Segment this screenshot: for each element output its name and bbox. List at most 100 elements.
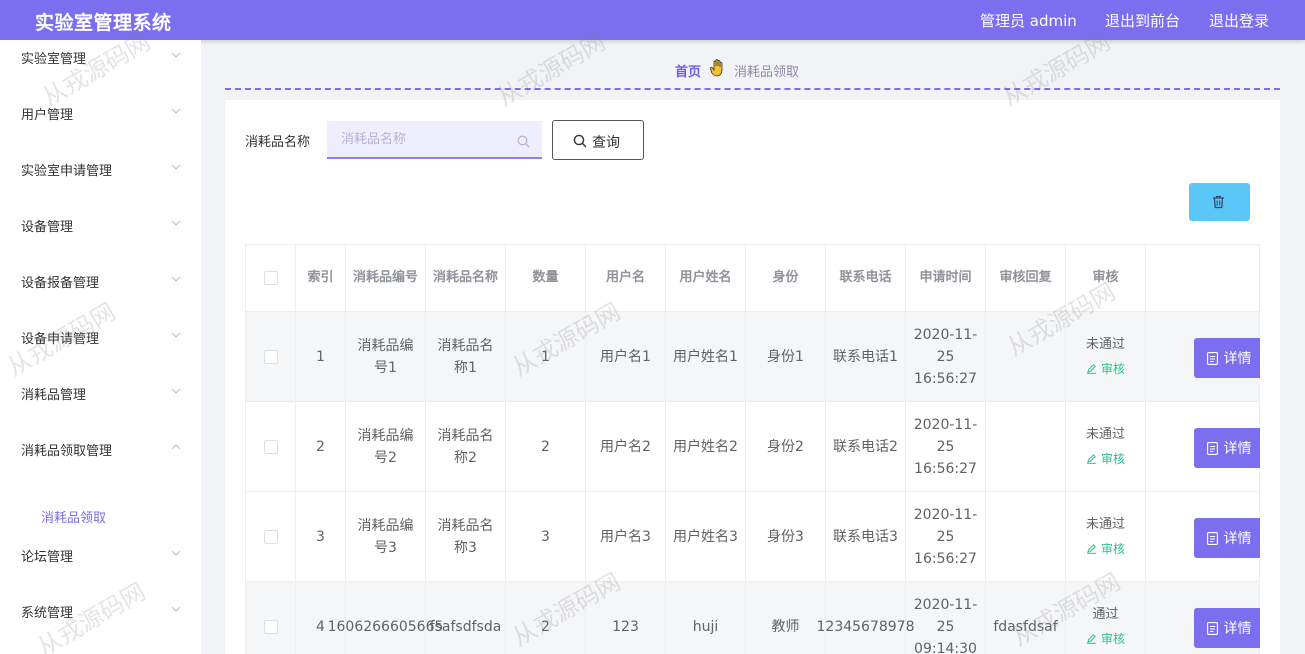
row-checkbox[interactable] xyxy=(263,529,278,544)
review-status: 通过 xyxy=(1092,606,1119,622)
table-cell-reply xyxy=(986,492,1066,582)
table-header-cell: 消耗品编号 xyxy=(346,245,426,312)
row-select-cell xyxy=(246,582,296,654)
chevron-down-icon xyxy=(171,162,181,172)
breadcrumb-home[interactable]: 首页 xyxy=(675,61,701,80)
table-cell-role: 身份2 xyxy=(746,402,826,492)
sidebar-menu-label: 设备管理 xyxy=(21,220,74,235)
detail-button-label: 详情 xyxy=(1223,531,1252,547)
row-select-cell xyxy=(246,312,296,402)
row-checkbox[interactable] xyxy=(263,349,278,364)
search-input[interactable] xyxy=(327,121,542,159)
review-link[interactable]: 审核 xyxy=(1086,538,1125,560)
chevron-down-icon xyxy=(171,548,181,558)
review-link[interactable]: 审核 xyxy=(1086,628,1125,650)
table-cell-qty: 3 xyxy=(506,492,586,582)
review-link-label: 审核 xyxy=(1100,541,1125,556)
sidebar-menu-label: 实验室管理 xyxy=(21,52,87,67)
chevron-up-icon xyxy=(171,442,181,452)
detail-button-label: 详情 xyxy=(1223,621,1252,637)
chevron-down-icon xyxy=(171,330,181,340)
document-icon xyxy=(1206,441,1218,455)
review-cell: 未通过 审核 xyxy=(1066,492,1146,582)
table-cell-time: 2020-11-25 16:56:27 xyxy=(906,312,986,402)
review-status: 未通过 xyxy=(1085,426,1125,442)
review-link-label: 审核 xyxy=(1100,631,1125,646)
sidebar-menu-item[interactable]: 用户管理 xyxy=(0,82,201,138)
table-cell-code: 消耗品编号1 xyxy=(346,312,426,402)
table-cell-time: 2020-11-25 16:56:27 xyxy=(906,402,986,492)
table-cell-index: 3 xyxy=(296,492,346,582)
sidebar-menu-item[interactable]: 系统管理 xyxy=(0,580,201,636)
detail-button[interactable]: 详情 xyxy=(1194,338,1260,378)
exit-to-frontend-link[interactable]: 退出到前台 xyxy=(1105,10,1180,31)
table-header-cell: 审核回复 xyxy=(986,245,1066,312)
logout-link[interactable]: 退出登录 xyxy=(1209,10,1269,31)
document-icon xyxy=(1206,351,1218,365)
table-cell-role: 身份1 xyxy=(746,312,826,402)
chevron-down-icon xyxy=(171,274,181,284)
edit-icon xyxy=(1086,544,1096,554)
search-icon xyxy=(517,133,530,152)
review-cell: 未通过审核 xyxy=(1066,312,1146,402)
sidebar-menu-label: 用户管理 xyxy=(21,108,74,123)
table-cell-name: fsafsdfsda xyxy=(426,582,506,654)
table-cell-reply xyxy=(986,402,1066,492)
sidebar-menu-item[interactable]: 设备管理 xyxy=(0,194,201,250)
table-cell-realname: 用户姓名1 xyxy=(666,312,746,402)
sidebar-menu-item[interactable]: 设备申请管理 xyxy=(0,306,201,362)
header-action-cell xyxy=(1146,245,1260,312)
table-cell-realname: huji xyxy=(666,582,746,654)
table-header-cell: 审核 xyxy=(1066,245,1146,312)
table-cell-realname: 用户姓名3 xyxy=(666,492,746,582)
sidebar-menu-item[interactable]: 设备报备管理 xyxy=(0,250,201,306)
breadcrumb-current: 消耗品领取 xyxy=(734,65,800,80)
sidebar-menu-item[interactable]: 消耗品管理 xyxy=(0,362,201,418)
table-cell-index: 2 xyxy=(296,402,346,492)
search-icon xyxy=(573,133,587,152)
delete-button[interactable] xyxy=(1189,183,1250,221)
breadcrumb: 首页 消耗品领取 xyxy=(225,52,1280,90)
detail-button[interactable]: 详情 xyxy=(1194,428,1260,468)
sidebar-menu-label: 消耗品管理 xyxy=(21,388,87,403)
sidebar-menu-item[interactable]: 消耗品领取管理 xyxy=(0,418,201,474)
review-status: 未通过 xyxy=(1085,336,1125,352)
table-cell-username: 用户名2 xyxy=(586,402,666,492)
row-checkbox[interactable] xyxy=(263,439,278,454)
table-cell-reply: fdasfdsaf xyxy=(986,582,1066,654)
document-icon xyxy=(1206,621,1218,635)
search-label: 消耗品名称 xyxy=(245,135,311,150)
sidebar-menu-label: 消耗品领取管理 xyxy=(21,444,113,459)
detail-button-label: 详情 xyxy=(1223,351,1252,367)
table-header-cell: 用户姓名 xyxy=(666,245,746,312)
table-cell-qty: 1 xyxy=(506,312,586,402)
detail-button-label: 详情 xyxy=(1223,441,1252,457)
sidebar-menu-item[interactable]: 实验室管理 xyxy=(0,26,201,82)
review-link[interactable]: 审核 xyxy=(1086,448,1125,470)
table-header-cell: 数量 xyxy=(506,245,586,312)
table-cell-code: 消耗品编号3 xyxy=(346,492,426,582)
sidebar-menu-item[interactable]: 实验室申请管理 xyxy=(0,138,201,194)
row-checkbox[interactable] xyxy=(263,619,278,634)
table-cell-name: 消耗品名称2 xyxy=(426,402,506,492)
sidebar-menu-label: 系统管理 xyxy=(21,606,74,621)
detail-button[interactable]: 详情 xyxy=(1194,518,1260,558)
sidebar-sub-item-consumable-claim[interactable]: 消耗品领取 xyxy=(0,496,201,536)
trash-icon xyxy=(1213,195,1224,209)
admin-label[interactable]: 管理员 admin xyxy=(980,10,1077,31)
table-header-cell: 用户名 xyxy=(586,245,666,312)
table-cell-code: 消耗品编号2 xyxy=(346,402,426,492)
review-link-label: 审核 xyxy=(1100,361,1125,376)
chevron-down-icon xyxy=(171,218,181,228)
table-cell-qty: 2 xyxy=(506,582,586,654)
sidebar-sub-item-label: 消耗品领取 xyxy=(41,511,107,526)
data-table: 索引 消耗品编号 消耗品名称 数量 用户名 用户姓名 身份 联系电话 申请时间 审核回复 审核 1 消耗… xyxy=(245,244,1260,654)
table-cell-phone: 联系电话3 xyxy=(826,492,906,582)
table-cell-username: 用户名1 xyxy=(586,312,666,402)
table-cell-role: 教师 xyxy=(746,582,826,654)
select-all-checkbox[interactable] xyxy=(263,271,278,285)
review-link[interactable]: 审核 xyxy=(1086,358,1125,380)
chevron-down-icon xyxy=(171,386,181,396)
detail-button[interactable]: 详情 xyxy=(1194,608,1260,648)
query-button[interactable]: 查询 xyxy=(552,120,644,160)
